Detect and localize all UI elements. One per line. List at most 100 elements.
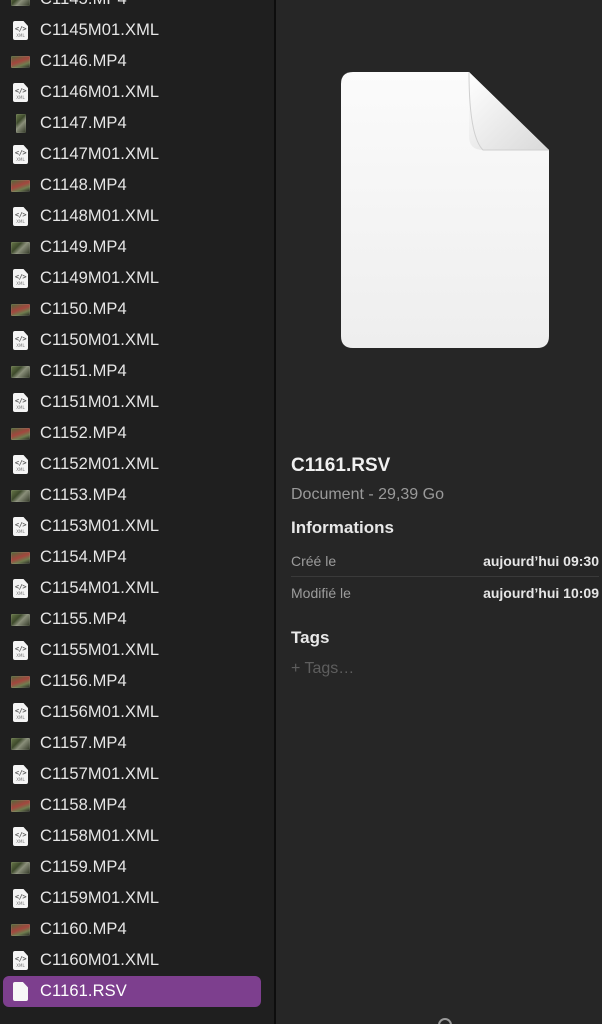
file-row[interactable]: C1155.MP4 [0,604,274,635]
modified-value: aujourd’hui 10:09 [483,585,599,601]
file-name: C1161.RSV [40,982,127,1000]
file-row[interactable]: C1154.MP4 [0,542,274,573]
file-row[interactable]: </> XML C1146M01.XML [0,77,274,108]
add-tags-field[interactable]: + Tags… [291,660,354,678]
video-thumbnail-icon [11,734,30,754]
video-thumbnail-icon [11,238,30,258]
meta-separator [291,576,599,577]
file-name: C1152M01.XML [40,455,160,473]
video-thumbnail-icon [11,486,30,506]
video-thumbnail-icon [11,424,30,444]
file-row[interactable]: C1160.MP4 [0,914,274,945]
video-thumbnail-icon [11,300,30,320]
file-row[interactable]: </> XML C1150M01.XML [0,325,274,356]
xml-file-icon: </> XML [11,83,30,103]
file-row[interactable]: C1157.MP4 [0,728,274,759]
file-row-selected[interactable]: C1161.RSV [3,976,261,1007]
file-name: C1153M01.XML [40,517,160,535]
file-row[interactable]: </> XML C1155M01.XML [0,635,274,666]
file-name: C1145M01.XML [40,21,160,39]
file-name: C1156.MP4 [40,672,127,690]
file-row[interactable]: C1145.MP4 [0,0,274,15]
file-row[interactable]: </> XML C1158M01.XML [0,821,274,852]
file-name: C1149M01.XML [40,269,160,287]
video-thumbnail-icon [11,858,30,878]
file-row[interactable]: </> XML C1154M01.XML [0,573,274,604]
file-row[interactable]: </> XML C1157M01.XML [0,759,274,790]
file-name: C1160M01.XML [40,951,160,969]
file-row[interactable]: C1149.MP4 [0,232,274,263]
xml-file-icon: </> XML [11,889,30,909]
xml-file-icon: </> XML [11,641,30,661]
file-name: C1159M01.XML [40,889,160,907]
file-row[interactable]: C1152.MP4 [0,418,274,449]
file-name: C1157M01.XML [40,765,160,783]
file-row[interactable]: </> XML C1159M01.XML [0,883,274,914]
file-name: C1148.MP4 [40,176,127,194]
file-name: C1152.MP4 [40,424,127,442]
file-row[interactable]: </> XML C1147M01.XML [0,139,274,170]
file-row[interactable]: C1150.MP4 [0,294,274,325]
video-thumbnail-icon [11,610,30,630]
xml-file-icon: </> XML [11,579,30,599]
video-thumbnail-icon [11,362,30,382]
file-row[interactable]: C1156.MP4 [0,666,274,697]
file-name: C1145.MP4 [40,0,127,9]
modified-row: Modifié le aujourd’hui 10:09 [291,581,599,605]
file-name: C1148M01.XML [40,207,160,225]
xml-file-icon: </> XML [11,207,30,227]
file-kind-size: Document - 29,39 Go [291,486,444,503]
file-name: C1158.MP4 [40,796,127,814]
file-row[interactable]: </> XML C1145M01.XML [0,15,274,46]
file-row[interactable]: C1151.MP4 [0,356,274,387]
preview-pane: C1161.RSV Document - 29,39 Go Informatio… [276,0,602,1024]
file-row[interactable]: C1153.MP4 [0,480,274,511]
xml-file-icon: </> XML [11,393,30,413]
file-row[interactable]: </> XML C1153M01.XML [0,511,274,542]
file-name: C1147.MP4 [40,114,127,132]
file-name: C1156M01.XML [40,703,160,721]
xml-file-icon: </> XML [11,765,30,785]
file-name: C1159.MP4 [40,858,127,876]
file-name: C1146M01.XML [40,83,160,101]
file-name: C1158M01.XML [40,827,160,845]
file-row[interactable]: </> XML C1151M01.XML [0,387,274,418]
xml-file-icon: </> XML [11,455,30,475]
xml-file-icon: </> XML [11,145,30,165]
file-row[interactable]: C1148.MP4 [0,170,274,201]
document-file-icon [11,982,30,1002]
file-name: C1149.MP4 [40,238,127,256]
file-name: C1147M01.XML [40,145,160,163]
file-row[interactable]: </> XML C1156M01.XML [0,697,274,728]
file-name: C1155.MP4 [40,610,127,628]
file-row[interactable]: </> XML C1160M01.XML [0,945,274,976]
file-row[interactable]: C1159.MP4 [0,852,274,883]
video-thumbnail-icon [11,548,30,568]
file-name: C1154M01.XML [40,579,160,597]
document-preview-icon [341,72,549,348]
xml-file-icon: </> XML [11,269,30,289]
file-name-heading: C1161.RSV [291,455,391,476]
file-name: C1160.MP4 [40,920,127,938]
file-row[interactable]: </> XML C1152M01.XML [0,449,274,480]
file-row[interactable]: C1146.MP4 [0,46,274,77]
file-row[interactable]: C1147.MP4 [0,108,274,139]
file-list[interactable]: C1145.MP4 </>XML C1145M01.XML C1146.MP4 </>X… [0,0,274,1024]
file-row[interactable]: C1158.MP4 [0,790,274,821]
file-row[interactable]: </> XML C1148M01.XML [0,201,274,232]
video-thumbnail-icon [11,114,30,134]
file-row[interactable]: </> XML C1149M01.XML [0,263,274,294]
xml-file-icon: </> XML [11,517,30,537]
video-thumbnail-icon [11,672,30,692]
xml-file-icon: </> XML [11,331,30,351]
file-name: C1150M01.XML [40,331,160,349]
file-name: C1151.MP4 [40,362,127,380]
video-thumbnail-icon [11,0,30,10]
created-label: Créé le [291,553,337,569]
file-name: C1155M01.XML [40,641,160,659]
file-name: C1157.MP4 [40,734,127,752]
file-name: C1146.MP4 [40,52,127,70]
more-options-icon[interactable] [438,1018,452,1024]
xml-file-icon: </> XML [11,827,30,847]
video-thumbnail-icon [11,52,30,72]
